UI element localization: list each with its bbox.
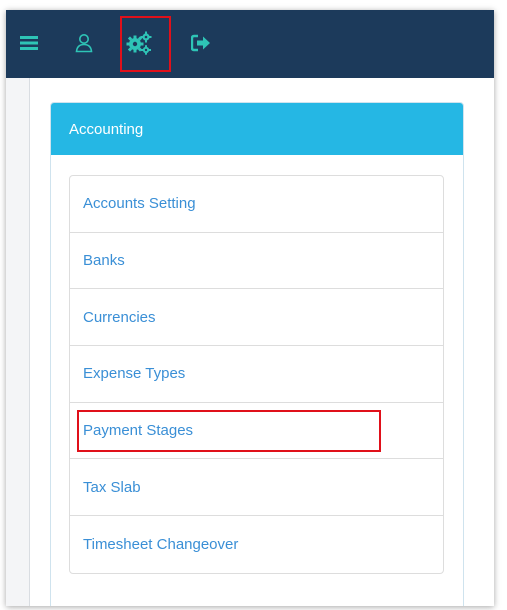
- app-window: Accounting Accounts Setting Banks Curren…: [6, 10, 494, 606]
- list-item-currencies[interactable]: Currencies: [70, 289, 443, 347]
- list-item-banks[interactable]: Banks: [70, 233, 443, 290]
- menu-icon: [20, 36, 38, 50]
- list-item-expense-types[interactable]: Expense Types: [70, 346, 443, 403]
- accounting-panel: Accounting Accounts Setting Banks Curren…: [50, 102, 464, 606]
- accounting-menu-list: Accounts Setting Banks Currencies Expens…: [69, 175, 444, 574]
- payment-stages-highlight-box: [77, 410, 381, 452]
- panel-title: Accounting: [51, 103, 463, 155]
- settings-highlight-box: [120, 16, 171, 72]
- logout-icon: [191, 34, 210, 52]
- main-content: Accounting Accounts Setting Banks Curren…: [29, 78, 494, 606]
- user-icon: [75, 34, 93, 53]
- logout-button[interactable]: [186, 28, 216, 58]
- list-item-timesheet-changeover[interactable]: Timesheet Changeover: [70, 516, 443, 573]
- user-profile-button[interactable]: [69, 28, 99, 58]
- list-item-accounts-setting[interactable]: Accounts Setting: [70, 176, 443, 233]
- top-navbar: [6, 10, 494, 78]
- menu-toggle-button[interactable]: [14, 28, 44, 58]
- list-item-tax-slab[interactable]: Tax Slab: [70, 459, 443, 517]
